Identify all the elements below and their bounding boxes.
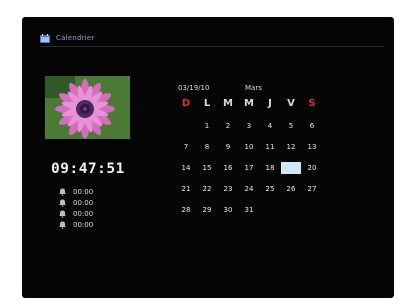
calendar-day[interactable]: 27 <box>302 183 322 195</box>
calendar-day[interactable]: 22 <box>197 183 217 195</box>
calendar-day[interactable]: 9 <box>218 141 238 153</box>
calendar-day[interactable]: 14 <box>176 162 196 174</box>
weekday-label: J <box>268 98 272 109</box>
calendar-day[interactable]: 15 <box>197 162 217 174</box>
calendar-day[interactable]: 13 <box>302 141 322 153</box>
weekday-header: D L M M J V S <box>176 98 346 112</box>
flower-photo <box>45 76 130 139</box>
alarm-item[interactable]: 00:00 <box>58 186 93 197</box>
calendar-day[interactable]: 28 <box>176 204 196 216</box>
weekday-label: L <box>203 98 211 109</box>
calendar-day[interactable]: 2 <box>218 120 238 132</box>
screen: Calendrier 09:47:51 00:00 00:00 00:00 00… <box>0 0 405 308</box>
calendar-day[interactable]: 26 <box>281 183 301 195</box>
calendar-month: Mars <box>245 84 262 92</box>
weekday-label: S <box>308 98 316 109</box>
calendar-day[interactable] <box>281 204 301 216</box>
alarm-item[interactable]: 00:00 <box>58 197 93 208</box>
calendar-day[interactable]: 31 <box>239 204 259 216</box>
calendar-day[interactable]: 12 <box>281 141 301 153</box>
calendar-day[interactable]: 16 <box>218 162 238 174</box>
calendar-day[interactable]: 3 <box>239 120 259 132</box>
calendar-day[interactable]: 4 <box>260 120 280 132</box>
header: Calendrier <box>40 31 94 45</box>
calendar-icon <box>40 33 50 43</box>
alarm-time: 00:00 <box>73 220 94 229</box>
calendar-day[interactable]: 24 <box>239 183 259 195</box>
calendar-day[interactable] <box>302 204 322 216</box>
calendar-day[interactable] <box>260 204 280 216</box>
calendar-day[interactable]: 6 <box>302 120 322 132</box>
calendar-day[interactable]: 10 <box>239 141 259 153</box>
alarm-bell-icon <box>59 221 66 229</box>
alarm-item[interactable]: 00:00 <box>58 219 93 230</box>
calendar-day[interactable]: 11 <box>260 141 280 153</box>
alarm-bell-icon <box>59 188 66 196</box>
header-title: Calendrier <box>56 34 95 42</box>
alarm-bell-icon <box>59 199 66 207</box>
header-divider <box>40 46 384 47</box>
calendar-day[interactable]: 18 <box>260 162 280 174</box>
calendar-day[interactable]: 29 <box>197 204 217 216</box>
weekday-label: V <box>287 98 295 109</box>
alarm-time: 00:00 <box>73 187 94 196</box>
calendar-day[interactable]: 1 <box>197 120 217 132</box>
calendar-panel: Calendrier <box>22 17 394 298</box>
calendar-day[interactable]: 7 <box>176 141 196 153</box>
calendar-day[interactable]: 17 <box>239 162 259 174</box>
calendar-day[interactable]: 23 <box>218 183 238 195</box>
weekday-label: M <box>223 98 233 109</box>
calendar-date: 03/19/10 <box>178 84 210 92</box>
calendar-day[interactable]: 5 <box>281 120 301 132</box>
calendar-day[interactable]: 8 <box>197 141 217 153</box>
alarm-list: 00:00 00:00 00:00 00:00 <box>58 186 93 230</box>
calendar-day[interactable]: 21 <box>176 183 196 195</box>
selected-day[interactable] <box>281 162 301 174</box>
calendar-day[interactable]: 25 <box>260 183 280 195</box>
alarm-time: 00:00 <box>73 198 94 207</box>
calendar-day[interactable]: 30 <box>218 204 238 216</box>
calendar-day[interactable]: 20 <box>302 162 322 174</box>
calendar-day[interactable] <box>176 120 196 132</box>
clock-time: 09:47:51 <box>51 161 125 177</box>
alarm-time: 00:00 <box>73 209 94 218</box>
alarm-bell-icon <box>59 210 66 218</box>
alarm-item[interactable]: 00:00 <box>58 208 93 219</box>
weekday-label: M <box>244 98 254 109</box>
weekday-label: D <box>181 98 191 109</box>
